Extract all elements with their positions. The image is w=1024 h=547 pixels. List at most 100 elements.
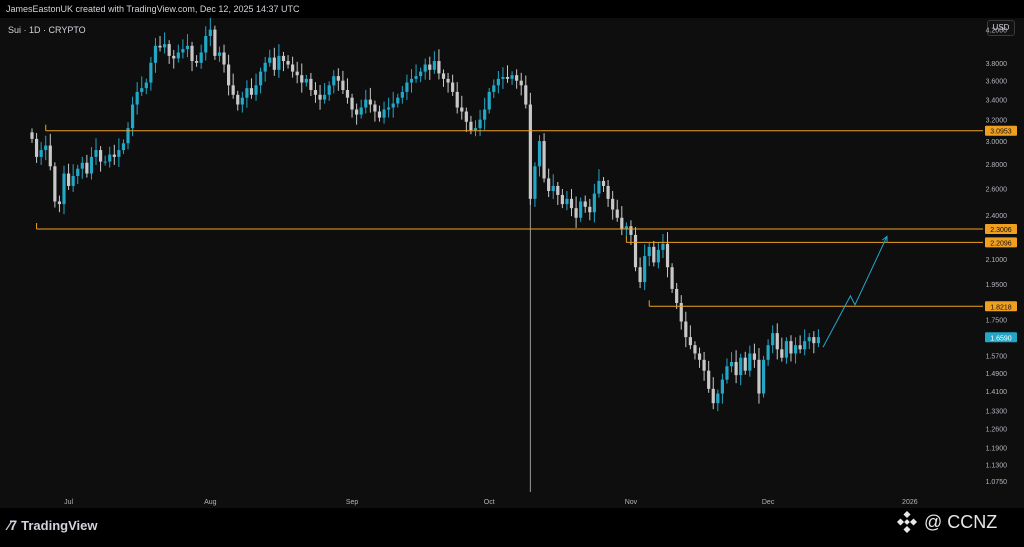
- chart-frame: JamesEastonUK created with TradingView.c…: [0, 0, 1024, 547]
- projection-path: [822, 236, 888, 348]
- candle-body: [236, 94, 240, 105]
- candle-body: [780, 349, 784, 358]
- candle-body: [569, 198, 574, 209]
- candle-body: [323, 94, 327, 100]
- candle-body: [117, 150, 121, 157]
- candle-body: [551, 185, 555, 192]
- candle-body: [419, 71, 423, 77]
- candle-body: [39, 150, 43, 157]
- candle-body: [725, 366, 729, 380]
- price-tick-label: 2.8000: [986, 162, 1008, 169]
- candle-body: [245, 88, 249, 98]
- price-tick-label: 1.1300: [986, 463, 1008, 470]
- candle-body: [185, 45, 190, 50]
- candle-body: [441, 73, 446, 79]
- price-tick-label: 1.3300: [986, 409, 1008, 416]
- candle-body: [771, 333, 775, 346]
- candle-body: [734, 361, 738, 376]
- candle-body: [172, 55, 176, 59]
- candle-body: [66, 173, 71, 186]
- candle-body: [30, 132, 34, 139]
- candle-body: [656, 249, 660, 263]
- candle-body: [167, 44, 171, 56]
- candle-body: [227, 64, 231, 86]
- candle-body: [579, 201, 583, 218]
- price-tick-label: 1.5700: [986, 354, 1008, 361]
- candle-body: [94, 150, 98, 157]
- candle-body: [743, 357, 747, 371]
- candle-body: [784, 341, 788, 358]
- candle-body: [286, 61, 290, 65]
- candle-body: [387, 107, 391, 110]
- candle-body: [57, 201, 62, 205]
- price-chart[interactable]: 4.2000 3.8000 3.6000 3.4000 3.2000 3.0000 2.80…: [0, 0, 1024, 547]
- candle-body: [181, 49, 185, 53]
- candle-body: [341, 80, 345, 91]
- candle-body: [350, 97, 354, 110]
- candle-body: [428, 64, 432, 70]
- candle-body: [615, 209, 619, 218]
- candle-body: [277, 55, 281, 70]
- candle-body: [469, 121, 473, 131]
- candle-body: [633, 234, 638, 268]
- candle-body: [190, 45, 194, 62]
- ccnz-watermark: @ CCNZ: [896, 511, 997, 533]
- time-tick-label: Sep: [346, 499, 359, 506]
- candle-body: [487, 91, 491, 110]
- candle-body: [455, 91, 459, 108]
- candle-body: [711, 388, 715, 404]
- candle-body: [556, 185, 560, 195]
- candle-body: [414, 76, 418, 79]
- candle-body: [364, 99, 368, 108]
- candle-body: [707, 370, 711, 389]
- candle-body: [560, 194, 564, 205]
- price-tick-label: 1.0750: [986, 479, 1008, 486]
- candle-body: [249, 88, 254, 95]
- candle-body: [80, 162, 84, 169]
- candle-body: [460, 107, 464, 112]
- candle-body: [620, 217, 624, 230]
- candle-body: [670, 267, 674, 289]
- level-price-label: 3.0953: [990, 129, 1012, 136]
- candle-body: [647, 246, 651, 257]
- candle-body: [263, 62, 267, 72]
- candle-body: [391, 103, 395, 108]
- candle-body: [752, 353, 756, 360]
- candle-body: [661, 243, 665, 250]
- candle-body: [85, 162, 89, 174]
- candle-body: [766, 345, 770, 360]
- candle-body: [816, 337, 821, 344]
- price-tick-label: 3.4000: [986, 98, 1008, 105]
- candle-body: [437, 61, 441, 74]
- candle-body: [217, 52, 222, 56]
- candle-body: [240, 97, 244, 105]
- candle-body: [89, 156, 94, 174]
- candle-body: [501, 77, 505, 79]
- candle-body: [748, 353, 752, 371]
- candle-body: [446, 78, 450, 83]
- candle-body: [592, 193, 596, 213]
- candle-body: [542, 141, 546, 179]
- price-tick-label: 2.4000: [986, 213, 1008, 220]
- candle-body: [451, 82, 455, 92]
- level-price-label: 2.3006: [990, 227, 1012, 234]
- candle-body: [345, 90, 350, 98]
- candle-body: [149, 62, 153, 83]
- candle-body: [259, 71, 263, 86]
- candle-body: [483, 109, 487, 120]
- price-tick-label: 2.1000: [986, 257, 1008, 264]
- candle-body: [515, 75, 519, 81]
- candle-body: [121, 143, 126, 151]
- candle-body: [103, 161, 107, 163]
- candle-body: [158, 45, 162, 48]
- candle-body: [268, 57, 272, 63]
- candle-body: [199, 52, 203, 63]
- candle-body: [76, 168, 80, 176]
- candle-body: [492, 85, 496, 92]
- candle-body: [254, 85, 258, 95]
- candle-body: [679, 303, 683, 322]
- candle-body: [761, 359, 766, 394]
- tradingview-logo[interactable]: ⁄7 TradingView: [8, 517, 97, 533]
- time-tick-label: Nov: [625, 499, 638, 506]
- candle-body: [478, 119, 482, 129]
